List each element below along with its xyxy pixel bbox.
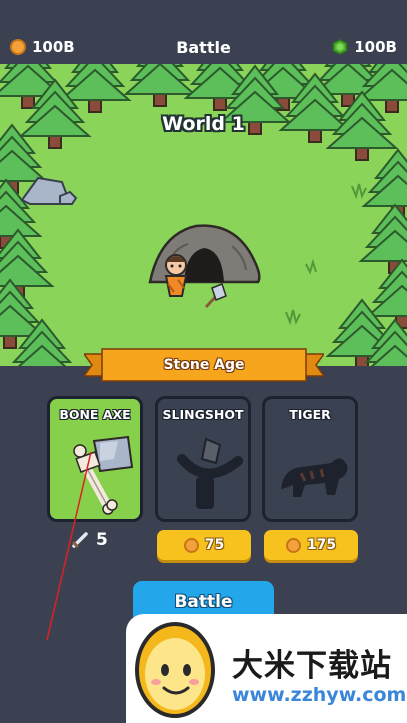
watermark-logo (135, 622, 215, 718)
forest-scene (0, 64, 407, 366)
card-title: SLINGSHOT (162, 407, 244, 422)
price-value: 175 (306, 537, 337, 553)
slingshot-icon (177, 437, 243, 509)
tiger-icon (281, 458, 348, 497)
world-label: World 1 (162, 113, 245, 135)
top-bar: 100B Battle 100B (0, 0, 407, 64)
gem-balance: 100B (332, 38, 397, 56)
coin-icon (285, 537, 301, 553)
buy-tiger-button[interactable]: 175 (264, 530, 358, 560)
buy-slingshot-button[interactable]: 75 (157, 530, 251, 560)
sword-icon (71, 532, 88, 549)
gem-amount: 100B (354, 38, 397, 56)
weapon-card-slingshot[interactable]: SLINGSHOT (155, 396, 251, 522)
watermark-url: www.zzhyw.com (232, 684, 407, 706)
bone-axe-icon (73, 435, 134, 515)
world-map-scene[interactable] (0, 64, 407, 366)
weapon-card-bone-axe[interactable]: BONE AXE (47, 396, 143, 522)
price-value: 75 (204, 537, 225, 553)
era-label: Stone Age (163, 357, 245, 373)
watermark-title: 大米下载站 (232, 648, 392, 684)
coin-icon (183, 537, 199, 553)
card-title: TIGER (289, 407, 331, 422)
card-title: BONE AXE (59, 407, 131, 422)
gem-icon (333, 39, 348, 55)
weapon-card-tiger[interactable]: TIGER (262, 396, 358, 522)
caveman-character (164, 254, 188, 297)
damage-value: 5 (96, 530, 108, 550)
weapon-damage-stat: 5 (70, 530, 108, 550)
